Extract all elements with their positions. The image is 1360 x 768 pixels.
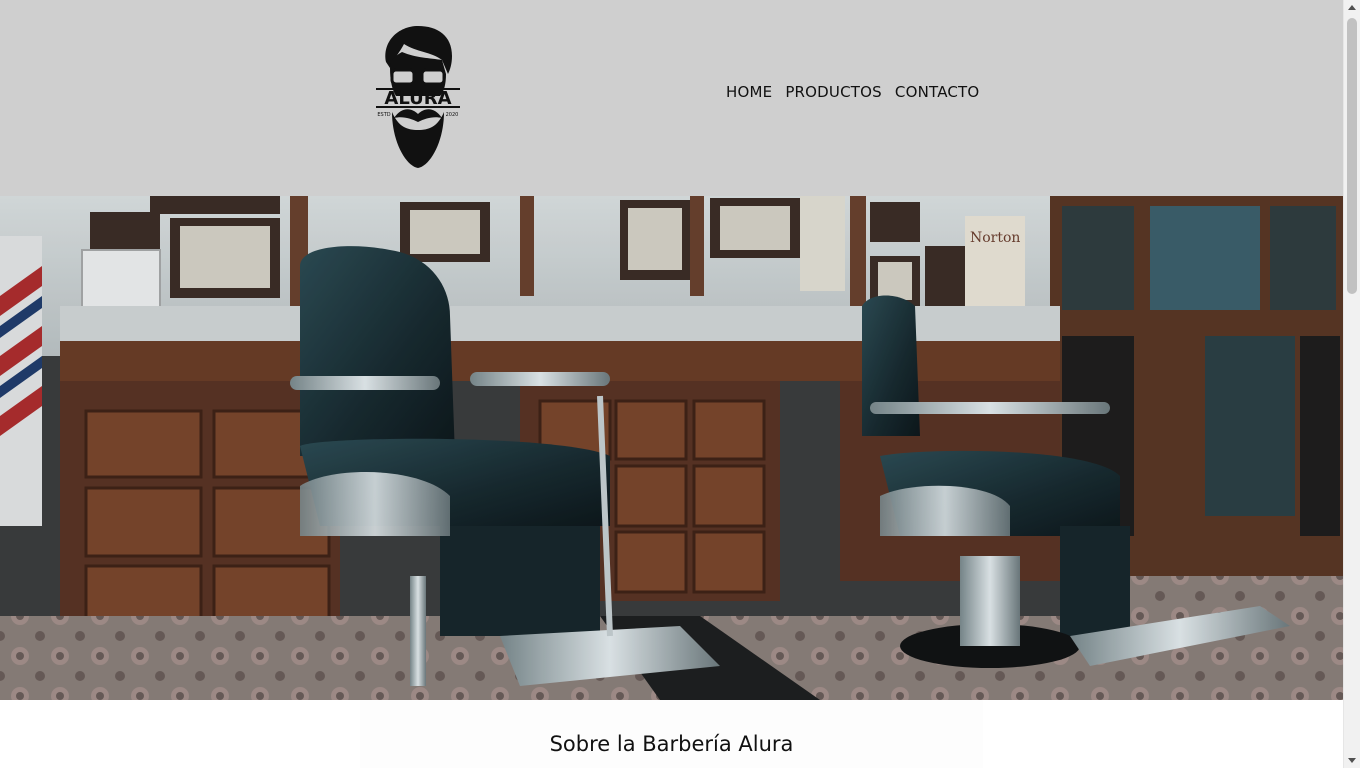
hero-image: Norton [0, 196, 1343, 700]
nav-contacto-link[interactable]: CONTACTO [895, 83, 980, 101]
about-title: Sobre la Barbería Alura [549, 732, 794, 756]
site-header: ALURA ESTD 2020 HOME PRODUCTOS CONTACTO [0, 0, 1343, 196]
logo-text: ALURA [384, 88, 451, 109]
about-section: Sobre la Barbería Alura [360, 700, 983, 768]
logo-right-text: 2020 [446, 112, 459, 118]
nav-productos-link[interactable]: PRODUCTOS [785, 83, 882, 101]
scroll-down-arrow-icon[interactable] [1348, 758, 1356, 763]
scroll-thumb[interactable] [1347, 18, 1357, 294]
vertical-scrollbar[interactable] [1343, 0, 1360, 768]
main-nav: HOME PRODUCTOS CONTACTO [726, 83, 979, 101]
page: ALURA ESTD 2020 HOME PRODUCTOS CONTACTO [0, 0, 1343, 768]
scroll-up-arrow-icon[interactable] [1348, 5, 1356, 10]
logo-left-text: ESTD [377, 112, 390, 118]
barbershop-photo: Norton [0, 196, 1343, 700]
barber-logo-icon[interactable]: ALURA ESTD 2020 [372, 22, 464, 170]
nav-home-link[interactable]: HOME [726, 83, 772, 101]
